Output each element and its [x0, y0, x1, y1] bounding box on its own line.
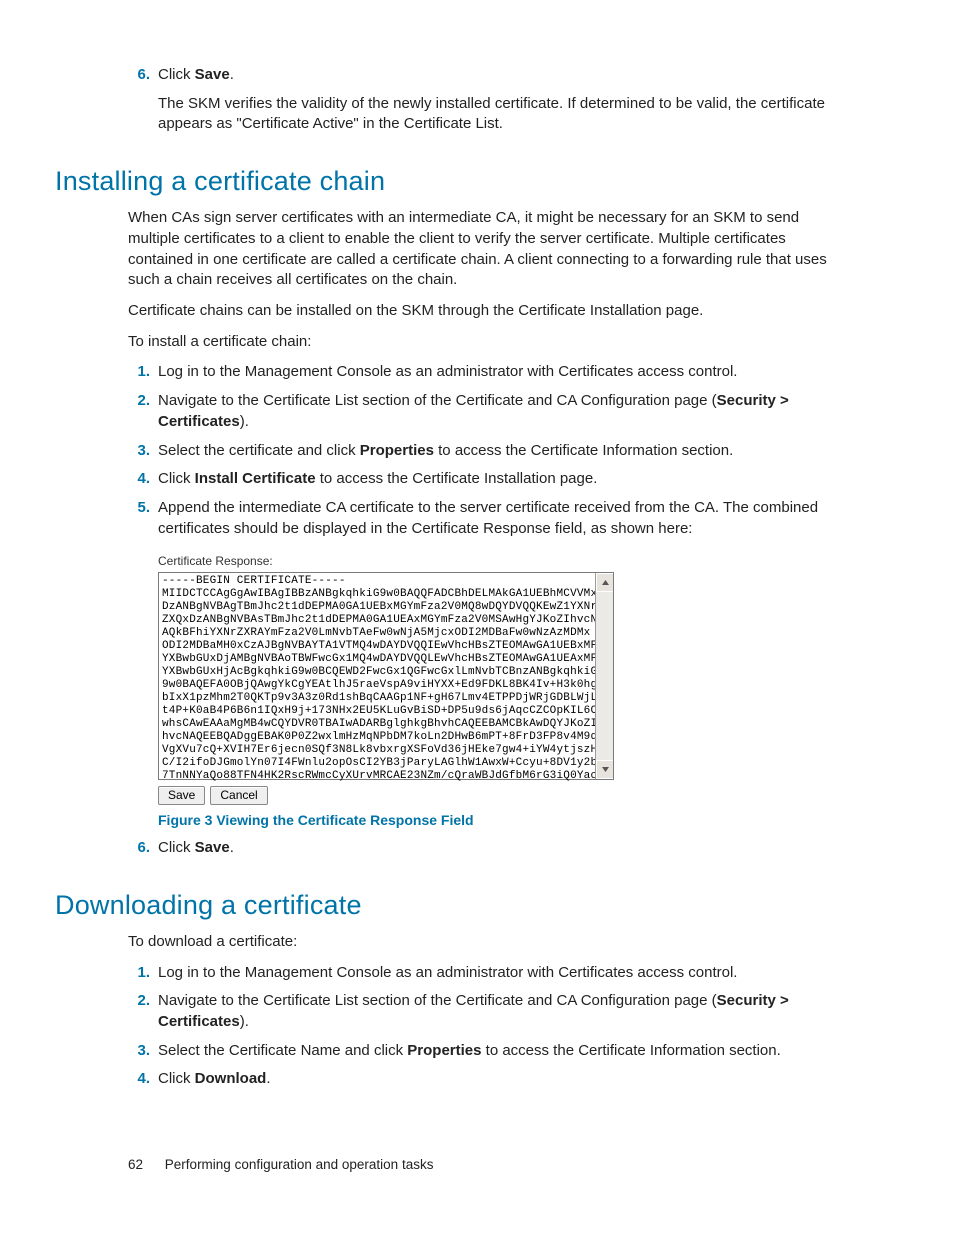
download-cert-p1: To download a certificate:	[128, 932, 854, 953]
certificate-response-label: Certificate Response:	[158, 553, 614, 570]
install-chain-p1: When CAs sign server certificates with a…	[128, 208, 854, 291]
step-number: 1.	[128, 362, 150, 383]
download-step-3: 3. Select the Certificate Name and click…	[128, 1041, 854, 1062]
step-number: 6.	[128, 65, 150, 86]
step-text: Log in to the Management Console as an a…	[158, 963, 854, 984]
certificate-response-content: -----BEGIN CERTIFICATE----- MIIDCTCCAgGg…	[159, 573, 613, 785]
step-text: Click Save.	[158, 838, 854, 859]
install-chain-p2: Certificate chains can be installed on t…	[128, 301, 854, 322]
download-step-4: 4. Click Download.	[128, 1069, 854, 1090]
step-number: 2.	[128, 391, 150, 412]
step-text: Select the Certificate Name and click Pr…	[158, 1041, 854, 1062]
install-step-2: 2. Navigate to the Certificate List sect…	[128, 391, 854, 432]
step-number: 3.	[128, 441, 150, 462]
install-step-3: 3. Select the certificate and click Prop…	[128, 441, 854, 462]
step-text: Click Download.	[158, 1069, 854, 1090]
step-number: 4.	[128, 1069, 150, 1090]
step-number: 2.	[128, 991, 150, 1012]
step-text: Navigate to the Certificate List section…	[158, 991, 854, 1032]
install-step-4: 4. Click Install Certificate to access t…	[128, 469, 854, 490]
page-footer: 62 Performing configuration and operatio…	[128, 1156, 433, 1175]
install-chain-steps: 1. Log in to the Management Console as a…	[128, 362, 854, 539]
step-text: Navigate to the Certificate List section…	[158, 391, 854, 432]
scroll-down-button[interactable]	[596, 760, 613, 779]
install-chain-p3: To install a certificate chain:	[128, 332, 854, 353]
certificate-response-textarea[interactable]: -----BEGIN CERTIFICATE----- MIIDCTCCAgGg…	[158, 572, 614, 780]
step-text: Log in to the Management Console as an a…	[158, 362, 854, 383]
install-step-5: 5. Append the intermediate CA certificat…	[128, 498, 854, 539]
step-text: Select the certificate and click Propert…	[158, 441, 854, 462]
footer-title: Performing configuration and operation t…	[165, 1157, 434, 1172]
section-heading-install-chain: Installing a certificate chain	[55, 163, 854, 200]
scrollbar[interactable]	[595, 573, 613, 779]
prev-section-tail: 6. Click Save. The SKM verifies the vali…	[128, 65, 854, 135]
download-step-2: 2. Navigate to the Certificate List sect…	[128, 991, 854, 1032]
scroll-up-button[interactable]	[596, 573, 613, 592]
save-button[interactable]: Save	[158, 786, 205, 805]
step-description: The SKM verifies the validity of the new…	[158, 94, 854, 135]
step-text: Append the intermediate CA certificate t…	[158, 498, 854, 539]
download-cert-steps: 1. Log in to the Management Console as a…	[128, 963, 854, 1090]
step-number: 6.	[128, 838, 150, 859]
step-number: 3.	[128, 1041, 150, 1062]
step-text: Click Install Certificate to access the …	[158, 469, 854, 490]
triangle-up-icon	[601, 578, 610, 587]
install-chain-steps-cont: 6. Click Save.	[128, 838, 854, 859]
page-number: 62	[128, 1157, 143, 1172]
step-number: 4.	[128, 469, 150, 490]
step-number: 5.	[128, 498, 150, 519]
install-step-6: 6. Click Save.	[128, 838, 854, 859]
figure-caption: Figure 3 Viewing the Certificate Respons…	[158, 811, 854, 830]
section-heading-download-cert: Downloading a certificate	[55, 887, 854, 924]
install-step-1: 1. Log in to the Management Console as a…	[128, 362, 854, 383]
triangle-down-icon	[601, 765, 610, 774]
figure-certificate-response: Certificate Response: -----BEGIN CERTIFI…	[158, 553, 614, 805]
install-chain-body: When CAs sign server certificates with a…	[128, 208, 854, 858]
download-cert-body: To download a certificate: 1. Log in to …	[128, 932, 854, 1090]
cancel-button[interactable]: Cancel	[210, 786, 267, 805]
prev-step-6: 6. Click Save. The SKM verifies the vali…	[128, 65, 854, 135]
download-step-1: 1. Log in to the Management Console as a…	[128, 963, 854, 984]
step-number: 1.	[128, 963, 150, 984]
step-text: Click Save. The SKM verifies the validit…	[158, 65, 854, 135]
